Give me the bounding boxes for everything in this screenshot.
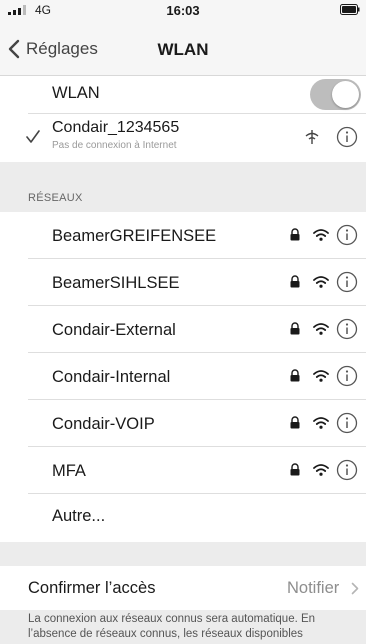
info-icon[interactable] (336, 412, 358, 434)
checkmark-icon (26, 130, 40, 143)
toggle-knob (332, 81, 359, 108)
lock-icon (290, 322, 300, 335)
navigation-bar: Réglages WLAN (0, 20, 366, 76)
network-name: Condair-Internal (52, 368, 171, 386)
info-icon[interactable] (336, 365, 358, 387)
footer-description: La connexion aux réseaux connus sera aut… (28, 613, 316, 640)
network-row[interactable]: Condair-VOIP (0, 400, 366, 447)
wlan-card: WLAN Condair_1234565 Pas de connexion à … (0, 76, 366, 162)
lock-icon (290, 275, 300, 288)
lock-icon (290, 369, 300, 382)
wlan-label: WLAN (52, 84, 100, 102)
network-name: MFA (52, 462, 86, 480)
battery-icon (340, 4, 360, 15)
networks-section-header: RÉSEAUX (28, 192, 83, 204)
lock-icon (290, 228, 300, 241)
connected-network-row[interactable]: Condair_1234565 Pas de connexion à Inter… (0, 114, 366, 162)
network-name: BeamerGREIFENSEE (52, 227, 217, 245)
status-bar: 4G 16:03 (0, 0, 366, 20)
other-network-row[interactable]: Autre... (0, 494, 366, 542)
network-name: Condair-External (52, 321, 176, 339)
info-icon[interactable] (336, 271, 358, 293)
network-row[interactable]: Condair-External (0, 306, 366, 353)
wlan-toggle-row: WLAN (0, 76, 366, 114)
info-icon[interactable] (336, 126, 358, 148)
wifi-icon (313, 229, 329, 241)
wifi-icon (313, 276, 329, 288)
page-title: WLAN (157, 40, 209, 59)
wifi-icon (313, 417, 329, 429)
wifi-icon (313, 323, 329, 335)
confirm-access-row[interactable]: Confirmer l’accès Notifier (0, 566, 366, 610)
chevron-right-icon (351, 582, 359, 595)
wifi-icon (313, 464, 329, 476)
wlan-toggle[interactable] (310, 79, 361, 110)
info-icon[interactable] (336, 224, 358, 246)
network-name: BeamerSIHLSEE (52, 274, 180, 292)
info-icon[interactable] (336, 318, 358, 340)
network-row[interactable]: Condair-Internal (0, 353, 366, 400)
no-internet-icon (305, 130, 319, 144)
wifi-icon (313, 370, 329, 382)
network-row[interactable]: BeamerGREIFENSEE (0, 212, 366, 259)
lock-icon (290, 416, 300, 429)
confirm-access-label: Confirmer l’accès (28, 579, 156, 597)
network-name: Condair-VOIP (52, 415, 155, 433)
network-row[interactable]: BeamerSIHLSEE (0, 259, 366, 306)
other-network-label: Autre... (52, 507, 106, 525)
info-icon[interactable] (336, 459, 358, 481)
confirm-access-value: Notifier (287, 579, 340, 597)
connection-status: Pas de connexion à Internet (52, 140, 177, 151)
network-row[interactable]: MFA (0, 447, 366, 494)
lock-icon (290, 463, 300, 476)
connected-network-name: Condair_1234565 (52, 119, 180, 136)
networks-list: BeamerGREIFENSEE BeamerSIHLSEE Condair-E… (0, 212, 366, 542)
clock: 16:03 (166, 3, 200, 18)
